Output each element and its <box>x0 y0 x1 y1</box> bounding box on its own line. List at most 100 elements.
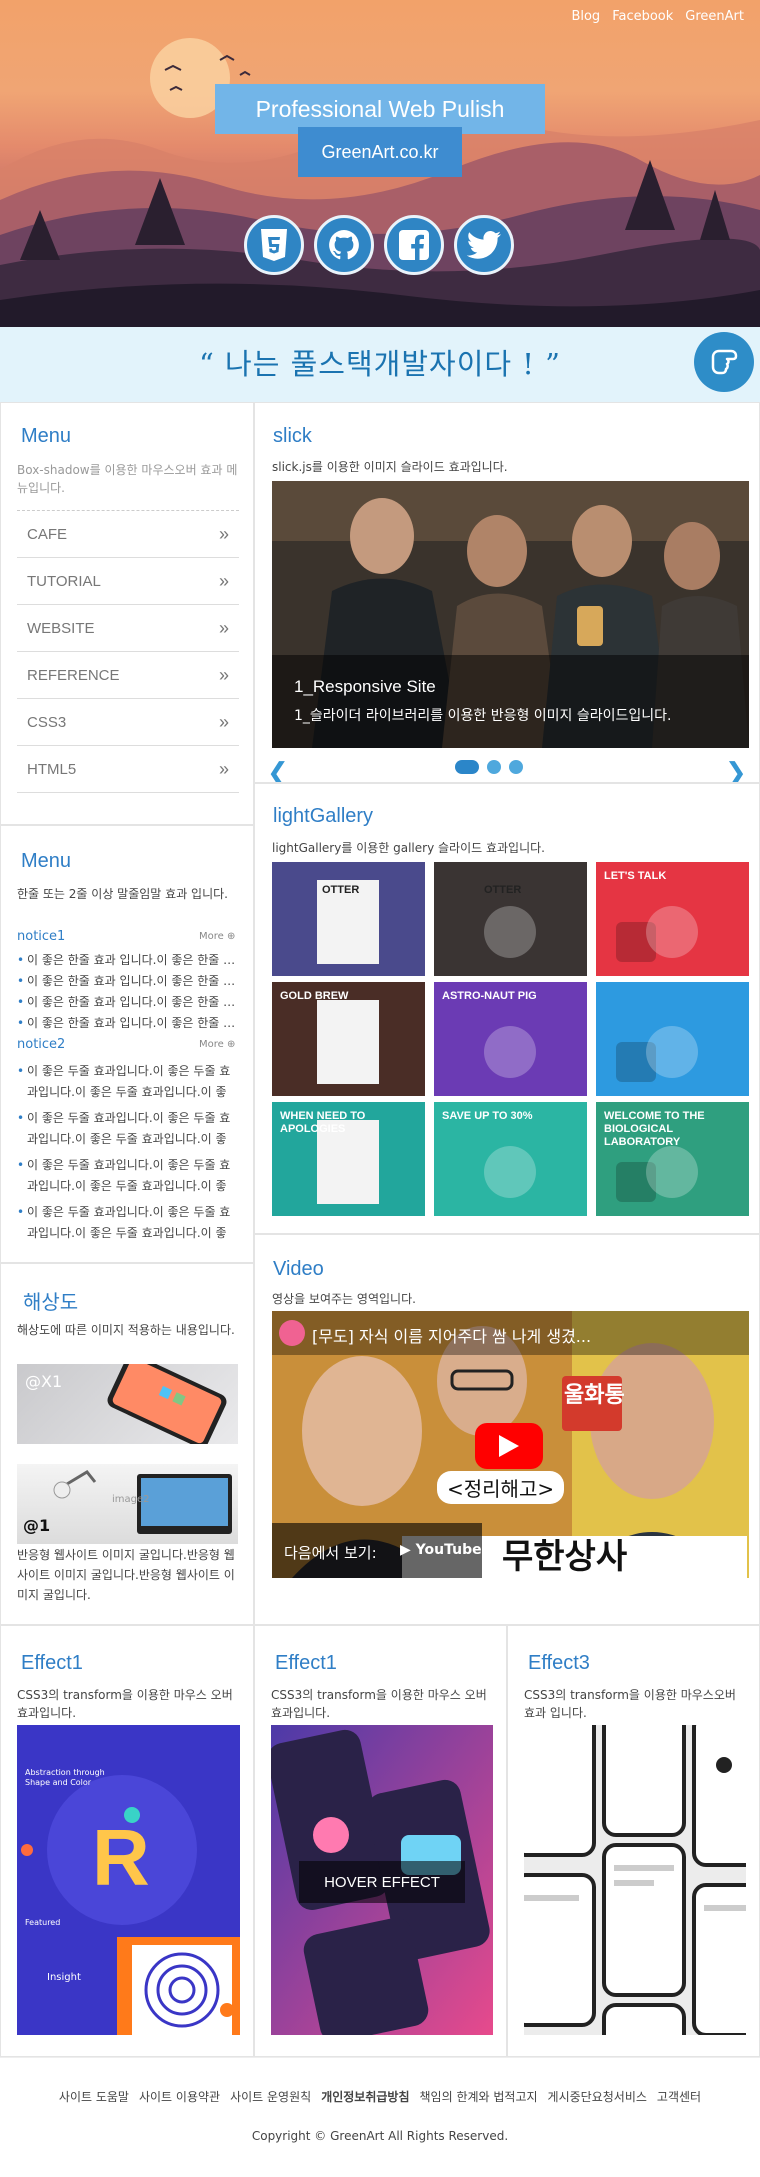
gallery-item-bio-lab[interactable]: WELCOME TO THE BIOLOGICAL LABORATORY <box>596 1102 749 1216</box>
slider-caption-title: 1_Responsive Site <box>294 677 436 696</box>
double-chevron-right-icon: » <box>218 523 229 544</box>
list-item[interactable]: 이 좋은 두줄 효과입니다.이 좋은 두줄 효과입니다.이 좋은 두줄 효과입니… <box>17 1108 237 1150</box>
effect-title: Effect1 <box>21 1652 83 1674</box>
list-item[interactable]: 이 좋은 두줄 효과입니다.이 좋은 두줄 효과입니다.이 좋은 두줄 효과입니… <box>17 1202 237 1244</box>
effect-image-2[interactable]: HOVER EFFECT <box>271 1725 493 2035</box>
list-item[interactable]: 이 좋은 한줄 효과 입니다.이 좋은 한줄 효과 입니다. <box>17 992 237 1013</box>
social-links <box>244 215 514 275</box>
watch-on-label: 다음에서 보기: <box>284 1544 377 1562</box>
footer-link-support[interactable]: 고객센터 <box>657 2088 701 2105</box>
effect-box-2: Effect1 CSS3의 transform을 이용한 마우스 오버효과입니다… <box>254 1625 507 2057</box>
notice1-title[interactable]: notice1 <box>17 929 65 944</box>
svg-text:Shape and Color: Shape and Color <box>25 1778 92 1787</box>
html5-icon[interactable] <box>244 215 304 275</box>
menu-item-html5[interactable]: HTML5» <box>17 746 239 793</box>
menu-item-tutorial[interactable]: TUTORIAL» <box>17 558 239 605</box>
slider-dot-1[interactable] <box>455 760 479 774</box>
slider-dot-3[interactable] <box>509 760 523 774</box>
effect-title: Effect3 <box>528 1652 590 1674</box>
nav-blog[interactable]: Blog <box>571 9 600 24</box>
resolution-title: 해상도 <box>23 1292 79 1314</box>
gallery-item-lets-talk[interactable]: LET'S TALK <box>596 862 749 976</box>
slick-desc: slick.js를 이용한 이미지 슬라이드 효과입니다. <box>272 460 508 474</box>
slogan-bar: “ 나는 풀스택개발자이다 ! ” <box>0 327 760 402</box>
gallery-item-otter-dark[interactable]: OTTER <box>434 862 587 976</box>
gallery-box: lightGallery lightGallery를 이용한 gallery 슬… <box>254 783 760 1234</box>
slider-dots <box>455 760 523 774</box>
double-chevron-right-icon: » <box>218 711 229 732</box>
menu-desc: Box-shadow를 이용한 마우스오버 효과 메뉴입니다. <box>17 463 238 495</box>
menu-item-cafe[interactable]: CAFE» <box>17 511 239 558</box>
nav-greenart[interactable]: GreenArt <box>685 9 744 24</box>
slider-caption-text: 1_슬라이더 라이브러리를 이용한 반응형 이미지 슬라이드입니다. <box>294 708 672 724</box>
video-box: Video 영상을 보여주는 영역입니다. [무도] 자식 이름 지어주다 쌈 … <box>254 1234 760 1625</box>
video-player[interactable]: [무도] 자식 이름 지어주다 쌈 나게 생겼... 울화통 <정리해고> 무한… <box>272 1311 749 1578</box>
notice1-more-link[interactable]: More ⊕ <box>199 931 235 942</box>
slider-dot-2[interactable] <box>487 760 501 774</box>
footer-link-help[interactable]: 사이트 도움말 <box>59 2088 129 2105</box>
notice2-more-link[interactable]: More ⊕ <box>199 1039 235 1050</box>
double-chevron-right-icon: » <box>218 664 229 685</box>
effect-desc: CSS3의 transform을 이용한 마우스 오버효과입니다. <box>17 1688 233 1720</box>
plus-circle-icon: ⊕ <box>226 1039 236 1050</box>
play-icon[interactable] <box>475 1423 543 1469</box>
video-sign-3: 무한상사 <box>502 1537 628 1577</box>
footer-link-legal[interactable]: 책임의 한계와 법적고지 <box>420 2088 538 2105</box>
list-item[interactable]: 이 좋은 한줄 효과 입니다.이 좋은 한줄 효과 입니다. <box>17 950 237 971</box>
effect-box-3: Effect3 CSS3의 transform을 이용한 마우스오버 효과 입니… <box>507 1625 760 2057</box>
gallery-item-text: GOLD BREW <box>280 990 349 1002</box>
slider-image[interactable]: 1_Responsive Site 1_슬라이더 라이브러리를 이용한 반응형 … <box>272 481 749 748</box>
menu-item-css3[interactable]: CSS3» <box>17 699 239 746</box>
resolution-box: 해상도 해상도에 따른 이미지 적용하는 내용입니다. @X1 @1 image… <box>0 1263 254 1625</box>
page: Blog Facebook GreenArt Professional Web … <box>0 0 760 2177</box>
resolution-image-2: @1 image2 <box>17 1464 238 1544</box>
effect-image-1[interactable]: R Abstraction through Shape and Color Fe… <box>17 1725 240 2035</box>
youtube-logo[interactable]: ▶ YouTube <box>400 1542 482 1558</box>
footer-link-terms[interactable]: 사이트 이용약관 <box>139 2088 220 2105</box>
site-domain[interactable]: GreenArt.co.kr <box>298 127 462 177</box>
slogan-text: “ 나는 풀스택개발자이다 ! ” <box>199 347 561 381</box>
header-banner: Blog Facebook GreenArt Professional Web … <box>0 0 760 327</box>
resolution-text: 반응형 웹사이트 이미지 굴입니다.반응형 웹사이트 이미지 굴입니다.반응형 … <box>17 1548 235 1602</box>
gallery-item-shop-blue[interactable] <box>596 982 749 1096</box>
copyright: Copyright © GreenArt All Rights Reserved… <box>251 2129 509 2143</box>
gallery-item-otter-blue[interactable]: OTTER <box>272 862 425 976</box>
gallery-title: lightGallery <box>273 805 374 827</box>
menu-item-reference[interactable]: REFERENCE» <box>17 652 239 699</box>
list-item[interactable]: 이 좋은 두줄 효과입니다.이 좋은 두줄 효과입니다.이 좋은 두줄 효과입니… <box>17 1155 237 1197</box>
double-chevron-right-icon: » <box>218 570 229 591</box>
footer: 사이트 도움말 사이트 이용약관 사이트 운영원칙 개인정보취급방침 책임의 한… <box>0 2057 760 2177</box>
hover-effect-overlay: HOVER EFFECT <box>299 1861 465 1903</box>
chevron-right-icon[interactable]: ❯ <box>725 758 747 782</box>
gallery-item-text: ASTRO-NAUT PIG <box>442 990 537 1002</box>
footer-link-privacy[interactable]: 개인정보취급방침 <box>321 2088 409 2105</box>
list-item[interactable]: 이 좋은 한줄 효과 입니다.이 좋은 한줄 효과 입니다. <box>17 1013 237 1034</box>
gallery-item-text: OTTER <box>484 884 522 896</box>
chevron-left-icon[interactable]: ❮ <box>267 758 289 782</box>
facebook-icon[interactable] <box>384 215 444 275</box>
gallery-item-text: SAVE UP TO 30% <box>442 1110 533 1122</box>
twitter-icon[interactable] <box>454 215 514 275</box>
gallery-item-save-30[interactable]: SAVE UP TO 30% <box>434 1102 587 1216</box>
github-icon[interactable] <box>314 215 374 275</box>
list-item[interactable]: 이 좋은 두줄 효과입니다.이 좋은 두줄 효과입니다.이 좋은 두줄 효과입니… <box>17 1061 237 1103</box>
youtube-icon: ▶ <box>400 1542 411 1558</box>
gallery-item-gold-brew[interactable]: GOLD BREW <box>272 982 425 1096</box>
notice1-list: 이 좋은 한줄 효과 입니다.이 좋은 한줄 효과 입니다. 이 좋은 한줄 효… <box>17 950 237 1034</box>
footer-link-policy[interactable]: 사이트 운영원칙 <box>230 2088 311 2105</box>
menu-item-website[interactable]: WEBSITE» <box>17 605 239 652</box>
gallery-item-text: OTTER <box>322 884 360 896</box>
slick-box: slick slick.js를 이용한 이미지 슬라이드 효과입니다. 1_Re… <box>254 402 760 783</box>
footer-links: 사이트 도움말 사이트 이용약관 사이트 운영원칙 개인정보취급방침 책임의 한… <box>0 2088 760 2105</box>
list-item[interactable]: 이 좋은 한줄 효과 입니다.이 좋은 한줄 효과 입니다. <box>17 971 237 992</box>
hand-icon[interactable] <box>694 332 754 392</box>
gallery-item-astronaut-pig[interactable]: ASTRO-NAUT PIG <box>434 982 587 1096</box>
gallery-item-text: WHEN NEED TO APOLOGIES <box>280 1110 366 1135</box>
notice2-title[interactable]: notice2 <box>17 1037 65 1052</box>
footer-link-takedown[interactable]: 게시중단요청서비스 <box>548 2088 647 2105</box>
resolution-desc: 해상도에 따른 이미지 적용하는 내용입니다. <box>17 1323 235 1337</box>
nav-facebook[interactable]: Facebook <box>612 9 673 24</box>
gallery-item-apologies[interactable]: WHEN NEED TO APOLOGIES <box>272 1102 425 1216</box>
effect-image-3[interactable] <box>524 1725 746 2035</box>
gallery-item-text: LET'S TALK <box>604 870 667 882</box>
